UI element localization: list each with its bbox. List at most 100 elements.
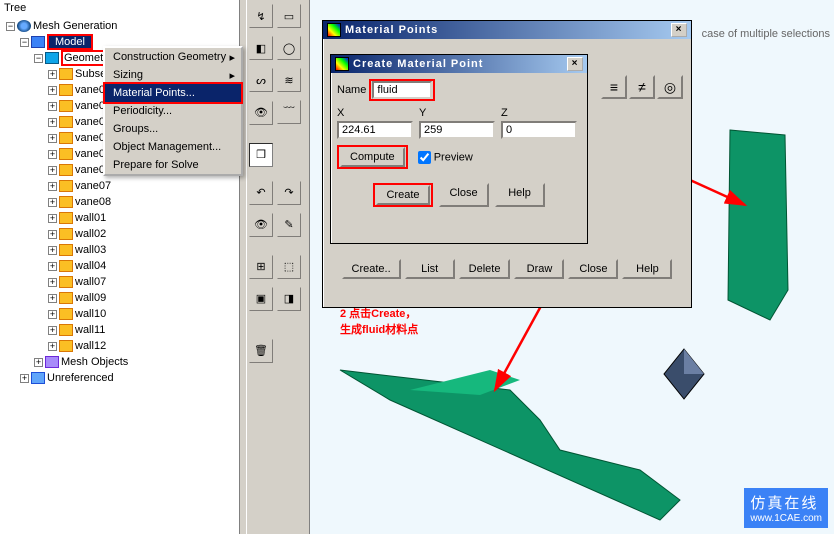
tree-item[interactable]: +wall12 — [2, 338, 237, 354]
close-icon[interactable]: × — [567, 57, 583, 71]
expand-icon[interactable]: + — [48, 230, 57, 239]
help-button[interactable]: Help — [622, 259, 672, 279]
tree-item[interactable]: +wall01 — [2, 210, 237, 226]
eye-icon[interactable]: 👁 — [249, 101, 273, 125]
expand-icon[interactable]: + — [48, 342, 57, 351]
create-list-button[interactable]: Create.. — [342, 259, 401, 279]
collapse-icon[interactable]: − — [6, 22, 15, 31]
lashes-icon[interactable]: ﹋ — [277, 100, 301, 124]
surface-icon[interactable]: ≋ — [277, 68, 301, 92]
folder-icon — [59, 340, 73, 352]
create-button[interactable]: Create — [376, 185, 429, 205]
axis-triad — [654, 344, 714, 404]
preview-checkbox-label[interactable]: Preview — [418, 151, 473, 164]
expand-icon[interactable]: + — [48, 86, 57, 95]
context-menu-item[interactable]: Periodicity... — [105, 102, 241, 120]
tree-item[interactable]: +wall11 — [2, 322, 237, 338]
cube-icon[interactable]: ◧ — [249, 36, 273, 60]
expand-icon[interactable]: + — [34, 358, 43, 367]
expand-icon[interactable]: + — [48, 246, 57, 255]
expand-icon[interactable]: + — [48, 166, 57, 175]
z-input[interactable] — [501, 121, 577, 139]
expand-icon[interactable]: + — [20, 374, 29, 383]
context-menu-item[interactable]: Construction Geometry▸ — [105, 48, 241, 66]
tree-item-label: wall02 — [75, 228, 106, 240]
tree-item-label: vane08 — [75, 196, 111, 208]
list-button[interactable]: List — [405, 259, 455, 279]
bars-x-icon[interactable]: ≠ — [629, 75, 655, 99]
undo-icon[interactable]: ↶ — [249, 181, 273, 205]
dialog-title: Material Points — [345, 24, 438, 36]
expand-icon[interactable]: + — [48, 118, 57, 127]
folder-icon — [59, 116, 73, 128]
meridians-icon[interactable]: ≡ — [601, 75, 627, 99]
model-icon — [31, 36, 45, 48]
expand-icon[interactable]: + — [48, 262, 57, 271]
cube2-icon[interactable]: ▣ — [249, 287, 273, 311]
name-input[interactable] — [372, 81, 432, 99]
expand-icon[interactable]: + — [48, 214, 57, 223]
close-button-inner[interactable]: Close — [439, 183, 489, 207]
expand-icon[interactable]: + — [48, 182, 57, 191]
tree-mesh-objects[interactable]: + Mesh Objects — [2, 354, 237, 370]
expand-icon[interactable]: + — [48, 294, 57, 303]
expand-icon[interactable]: + — [48, 70, 57, 79]
compute-button[interactable]: Compute — [340, 147, 405, 167]
x-input[interactable] — [337, 121, 413, 139]
context-menu-item[interactable]: Groups... — [105, 120, 241, 138]
target-icon[interactable]: ◎ — [657, 75, 683, 99]
eye2-icon[interactable]: 👁 — [249, 213, 273, 237]
geometry-icon — [45, 52, 59, 64]
close-icon[interactable]: × — [671, 23, 687, 37]
expand-icon[interactable]: + — [48, 134, 57, 143]
y-input[interactable] — [419, 121, 495, 139]
shade-icon[interactable]: ◨ — [277, 287, 301, 311]
expand-icon[interactable]: + — [48, 310, 57, 319]
box-icon[interactable]: ▭ — [277, 4, 301, 28]
tree-item[interactable]: + vane08 — [2, 194, 237, 210]
context-menu-item[interactable]: Prepare for Solve — [105, 156, 241, 174]
tree-item[interactable]: +wall04 — [2, 258, 237, 274]
axis-icon[interactable]: ↯ — [249, 4, 273, 28]
context-menu-item[interactable]: Sizing▸ — [105, 66, 241, 84]
collapse-icon[interactable]: − — [20, 38, 29, 47]
wireframe-icon[interactable]: ⬚ — [277, 255, 301, 279]
draw-button[interactable]: Draw — [514, 259, 564, 279]
curves-icon[interactable]: ᔕ — [249, 68, 273, 92]
tree-item-label: wall09 — [75, 292, 106, 304]
folder-icon — [59, 196, 73, 208]
context-menu-item[interactable]: Object Management... — [105, 138, 241, 156]
cylinder-icon[interactable]: ◯ — [277, 36, 301, 60]
expand-icon[interactable]: + — [48, 150, 57, 159]
folder-icon — [59, 148, 73, 160]
tree-item[interactable]: +wall03 — [2, 242, 237, 258]
expand-icon[interactable]: + — [48, 102, 57, 111]
delete-button[interactable]: Delete — [459, 259, 511, 279]
pencil-icon[interactable]: ✎ — [277, 213, 301, 237]
tree-item[interactable]: +wall10 — [2, 306, 237, 322]
folder-icon — [59, 244, 73, 256]
tree-item[interactable]: + wall09 — [2, 290, 237, 306]
preview-checkbox[interactable] — [418, 151, 431, 164]
tree-root[interactable]: − Mesh Generation — [2, 18, 237, 34]
dialog-titlebar[interactable]: Create Material Point × — [331, 55, 587, 73]
dialog-title: Create Material Point — [353, 58, 483, 70]
tree-item[interactable]: +wall07 — [2, 274, 237, 290]
3d-cube-icon[interactable]: ❒ — [249, 143, 273, 167]
mesh-icon — [45, 356, 59, 368]
trash-icon[interactable]: 🗑 — [249, 339, 273, 363]
expand-icon[interactable]: + — [48, 278, 57, 287]
tree-unreferenced[interactable]: + Unreferenced — [2, 370, 237, 386]
tree-mesh-label: Mesh Objects — [61, 356, 128, 368]
close-button[interactable]: Close — [568, 259, 618, 279]
collapse-icon[interactable]: − — [34, 54, 43, 63]
context-menu-item[interactable]: Material Points... — [105, 84, 241, 102]
expand-icon[interactable]: + — [48, 198, 57, 207]
help-button-inner[interactable]: Help — [495, 183, 545, 207]
tree-item[interactable]: +vane07 — [2, 178, 237, 194]
grid-icon[interactable]: ⊞ — [249, 255, 273, 279]
expand-icon[interactable]: + — [48, 326, 57, 335]
tree-item[interactable]: + wall02 — [2, 226, 237, 242]
dialog-titlebar[interactable]: Material Points × — [323, 21, 691, 39]
redo-icon[interactable]: ↷ — [277, 181, 301, 205]
